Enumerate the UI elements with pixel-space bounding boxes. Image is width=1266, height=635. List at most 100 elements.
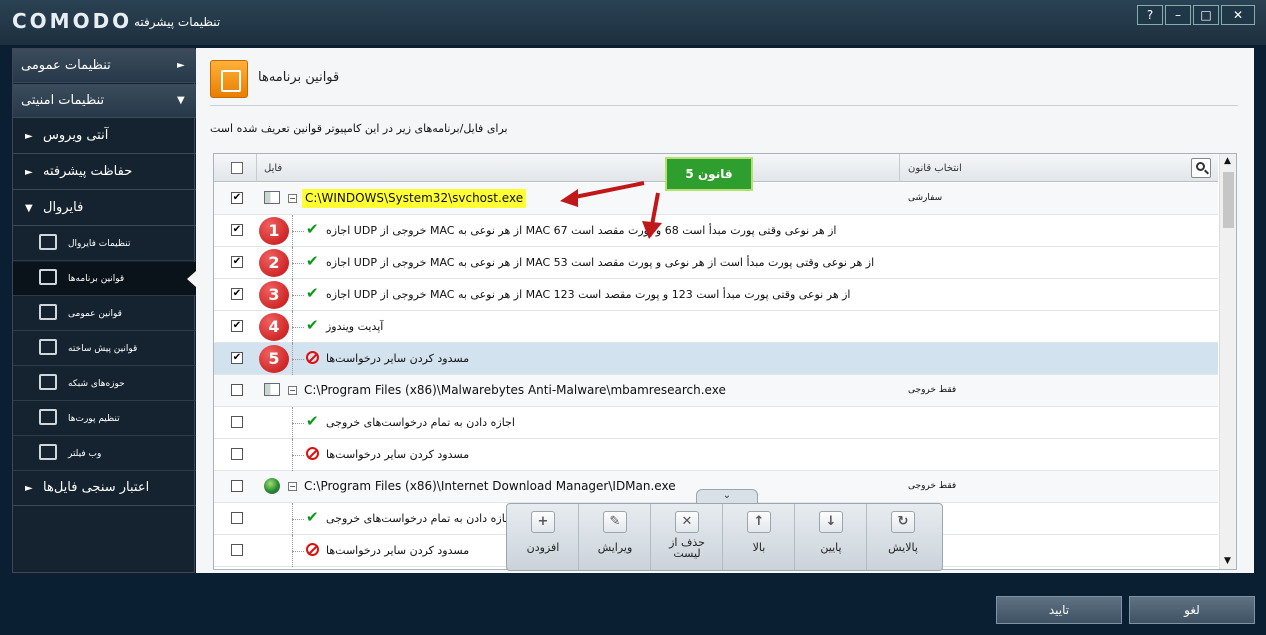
rule-text: اجازه دادن به تمام درخواست‌های خروجی (326, 416, 515, 429)
row-checkbox[interactable]: ✔ (231, 320, 243, 332)
rule-type[interactable]: فقط خروجی (908, 481, 956, 491)
collapse-icon[interactable]: − (288, 482, 297, 491)
allow-check-icon: ✔ (306, 284, 319, 302)
rule-number-badge: 2 (259, 249, 289, 277)
remove-button[interactable]: ✕ حذف از لیست (651, 504, 723, 570)
edit-button[interactable]: ✎ ویرایش (579, 504, 651, 570)
table-row-rule[interactable]: ✔ 5 مسدود کردن سایر درخواست‌ها (214, 343, 1218, 375)
chevron-right-icon: ► (25, 483, 33, 494)
sidebar-item-global-rules[interactable]: قوانین عمومی (13, 297, 196, 331)
scroll-down-icon[interactable]: ▼ (1224, 556, 1231, 566)
sidebar-item-application-rules[interactable]: قوانین برنامه‌ها (13, 262, 196, 296)
row-checkbox[interactable] (231, 448, 243, 460)
title-bar: COMODO تنظیمات پیشرفته ? – □ ✕ (0, 0, 1266, 45)
application-path: C:\WINDOWS\System32\svchost.exe (302, 189, 527, 208)
rule-text: اجازه دادن به تمام درخواست‌های خروجی (326, 512, 515, 525)
tree-line (292, 359, 304, 360)
vertical-scrollbar[interactable]: ▲ ▼ (1219, 154, 1236, 569)
sidebar-item-label: فایروال (43, 200, 84, 215)
minimize-button[interactable]: – (1165, 5, 1191, 25)
cancel-button[interactable]: لغو (1129, 596, 1255, 624)
ok-button[interactable]: تایید (996, 596, 1122, 624)
allow-check-icon: ✔ (306, 508, 319, 526)
purge-button[interactable]: ↻ پالایش (867, 504, 939, 570)
allow-check-icon: ✔ (306, 316, 319, 334)
move-up-label: بالا (752, 541, 766, 554)
chevron-right-icon: ► (25, 167, 33, 178)
row-checkbox[interactable]: ✔ (231, 192, 243, 204)
row-checkbox[interactable]: ✔ (231, 288, 243, 300)
table-row-rule[interactable]: ✔ 3 ✔ اجازه UDP خروجی از MAC از هر نوعی به … (214, 279, 1218, 311)
close-button[interactable]: ✕ (1221, 5, 1255, 25)
table-row-rule[interactable]: ✔ 4 ✔ آپدیت ویندوز (214, 311, 1218, 343)
table-row-rule[interactable]: مسدود کردن سایر درخواست‌ها (214, 439, 1218, 471)
tree-line (292, 551, 304, 552)
arrow-down-icon: ↓ (819, 511, 843, 533)
scroll-up-icon[interactable]: ▲ (1224, 156, 1231, 166)
sidebar-firewall[interactable]: ▼ فایروال (13, 191, 196, 226)
rule-type[interactable]: سفارشی (908, 193, 942, 203)
row-checkbox[interactable] (231, 480, 243, 492)
row-checkbox[interactable]: ✔ (231, 352, 243, 364)
block-icon (306, 543, 319, 556)
row-checkbox[interactable]: ✔ (231, 224, 243, 236)
move-down-label: پایین (820, 541, 842, 554)
sidebar-advanced-protection[interactable]: ► حفاظت پیشرفته (13, 155, 196, 190)
move-down-button[interactable]: ↓ پایین (795, 504, 867, 570)
row-checkbox[interactable]: ✔ (231, 256, 243, 268)
sidebar-file-rating[interactable]: ► اعتبار سنجی فایل‌ها (13, 472, 196, 506)
remove-label: حذف از لیست (669, 536, 705, 560)
application-path: C:\Program Files (x86)\Internet Download… (304, 479, 676, 493)
sidebar-item-rulesets[interactable]: قوانین پیش ساخته (13, 332, 196, 366)
table-row-rule[interactable]: ✔ اجازه دادن به تمام درخواست‌های خروجی (214, 407, 1218, 439)
rule-type[interactable]: فقط خروجی (908, 385, 956, 395)
maximize-button[interactable]: □ (1193, 5, 1219, 25)
tree-line (292, 423, 304, 424)
rule-text: اجازه UDP خروجی از MAC از هر نوعی به MAC… (326, 288, 851, 301)
move-up-button[interactable]: ↑ بالا (723, 504, 795, 570)
chevron-right-icon: ► (25, 131, 33, 142)
rule-text: آپدیت ویندوز (326, 320, 384, 333)
add-icon: + (531, 511, 555, 533)
collapse-icon[interactable]: − (288, 194, 297, 203)
rule-text: مسدود کردن سایر درخواست‌ها (326, 352, 470, 365)
edit-icon: ✎ (603, 511, 627, 533)
active-item-pointer (187, 271, 196, 287)
row-checkbox[interactable] (231, 416, 243, 428)
row-checkbox[interactable] (231, 544, 243, 556)
column-file[interactable]: فایل (264, 163, 282, 174)
rule-number-badge: 1 (259, 217, 289, 245)
help-button[interactable]: ? (1137, 5, 1163, 25)
sidebar-item-label: تنظیمات امنیتی (21, 93, 105, 108)
search-icon[interactable] (1191, 158, 1211, 178)
row-checkbox[interactable] (231, 384, 243, 396)
row-checkbox[interactable] (231, 512, 243, 524)
table-row-application[interactable]: − C:\Program Files (x86)\Malwarebytes Ant… (214, 375, 1218, 407)
sidebar-item-port-sets[interactable]: تنظیم پورت‌ها (13, 402, 196, 436)
page-title: قوانین برنامه‌ها (258, 70, 340, 85)
sidebar-item-web-filter[interactable]: وب فیلتر (13, 437, 196, 471)
monitor-icon (39, 374, 57, 390)
page-description: برای فایل/برنامه‌های زیر در این کامپیوتر… (210, 122, 508, 135)
sidebar-item-network-zones[interactable]: حوزه‌های شبکه (13, 367, 196, 401)
tree-line (292, 295, 304, 296)
scrollbar-thumb[interactable] (1223, 172, 1234, 228)
table-row-rule[interactable]: ✔ 1 ✔ اجازه UDP خروجی از MAC از هر نوعی به … (214, 215, 1218, 247)
firewall-settings-icon (39, 234, 57, 250)
block-icon (306, 447, 319, 460)
collapse-icon[interactable]: − (288, 386, 297, 395)
web-filter-icon (39, 444, 57, 460)
globe-icon (264, 478, 280, 494)
table-row-rule[interactable]: ✔ 2 ✔ اجازه UDP خروجی از MAC از هر نوعی به … (214, 247, 1218, 279)
sidebar-antivirus[interactable]: ► آنتی ویروس (13, 119, 196, 154)
sidebar-item-firewall-settings[interactable]: تنظیمات فایروال (13, 227, 196, 261)
add-button[interactable]: + افزودن (507, 504, 579, 570)
column-rule[interactable]: انتخاب قانون (908, 163, 962, 174)
select-all-checkbox[interactable] (231, 162, 243, 174)
sidebar-security-settings[interactable]: تنظیمات امنیتی ▼ (13, 84, 196, 118)
sidebar-general-settings[interactable]: تنظیمات عمومی ► (13, 49, 196, 83)
header-divider (210, 105, 1238, 106)
tree-line (292, 519, 304, 520)
rule-number-badge: 4 (259, 313, 289, 341)
callout-arrows (560, 181, 662, 239)
